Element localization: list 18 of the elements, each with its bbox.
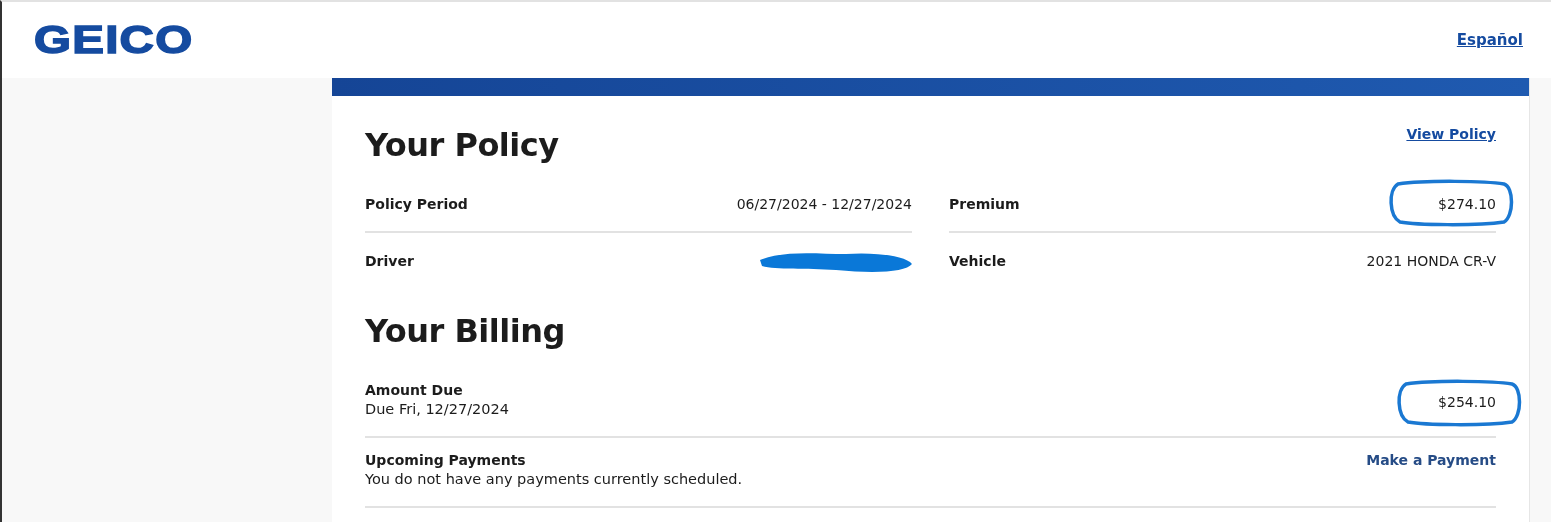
field-label: Driver [365,252,414,269]
field-value: 2021 HONDA CR-V [1366,252,1496,269]
field-value: 06/27/2024 - 12/27/2024 [736,195,912,212]
field-label: Vehicle [949,252,1006,269]
language-link[interactable]: Español [1456,31,1523,49]
billing-label: Amount Due [365,382,464,398]
field-value: $274.10 [1438,195,1496,212]
make-payment-link[interactable]: Make a Payment [1366,452,1496,492]
field-label: Premium [949,195,1020,212]
billing-label: Upcoming Payments [365,452,527,468]
view-policy-link[interactable]: View Policy [1406,126,1496,142]
section-title: Your Policy [365,126,559,164]
amount-value: $254.10 [1438,394,1496,410]
billing-detail: You do not have any payments currently scheduled. [365,471,743,487]
logo[interactable]: GEICO [34,21,194,59]
section-title: Your Billing [365,312,566,350]
field-label: Policy Period [365,195,468,212]
billing-detail: Due Fri, 12/27/2024 [365,401,509,417]
